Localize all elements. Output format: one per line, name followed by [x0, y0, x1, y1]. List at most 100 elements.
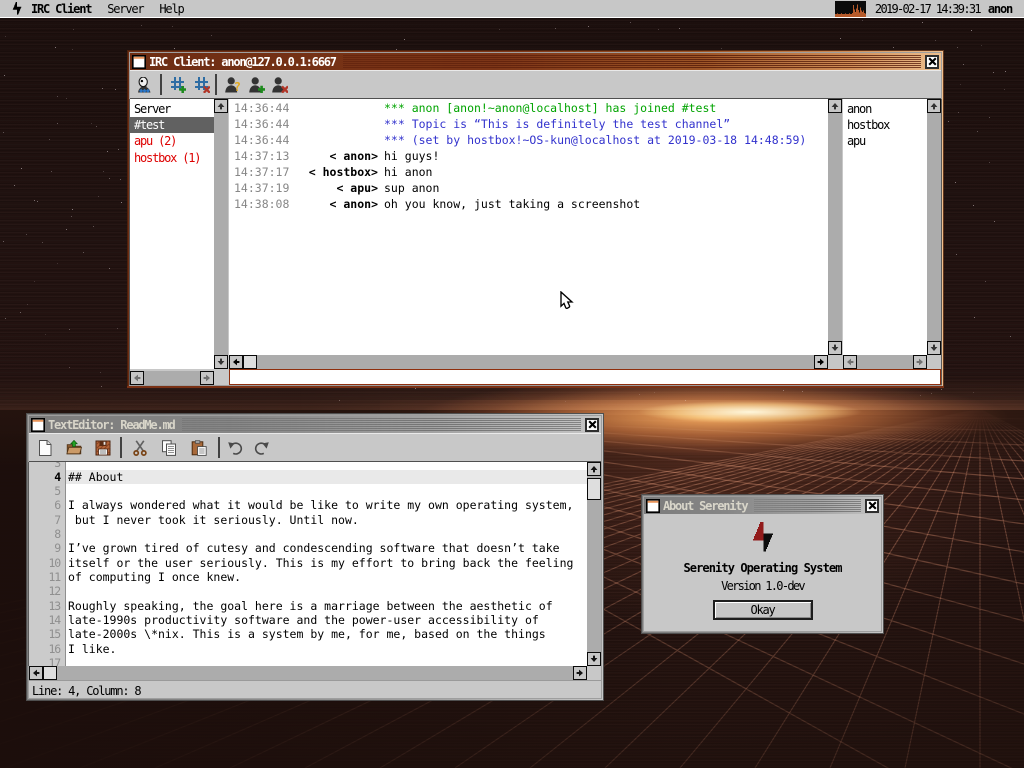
chat-scroll-down-button[interactable]: [828, 341, 842, 355]
menu-server[interactable]: Server: [107, 2, 143, 16]
editor-scroll-right-button[interactable]: [573, 666, 587, 680]
channel-scroll-left-button[interactable]: [130, 371, 144, 385]
userlist-scroll-down-button[interactable]: [927, 341, 941, 355]
channel-list-item[interactable]: hostbox (1): [130, 150, 214, 166]
channel-list-item[interactable]: #test: [130, 117, 214, 133]
window-icon: [132, 55, 146, 69]
editor-line: 17: [29, 656, 587, 666]
open-query-icon[interactable]: [249, 77, 265, 93]
user-list-item[interactable]: hostbox: [843, 117, 927, 133]
editor-hscrollbar-thumb[interactable]: [43, 666, 57, 680]
channel-scroll-up-button[interactable]: [214, 99, 228, 113]
chat-scroll-right-button[interactable]: [814, 355, 828, 369]
chat-hscrollbar-track[interactable]: [229, 355, 828, 369]
channel-scroll-down-button[interactable]: [214, 355, 228, 369]
new-file-icon[interactable]: [37, 440, 53, 456]
line-number: 15: [29, 627, 66, 641]
editor-line: 6 I always wondered what it would be lik…: [29, 498, 587, 512]
copy-icon[interactable]: [161, 440, 177, 456]
userlist-scroll-right-button[interactable]: [913, 355, 927, 369]
editor-line: 9 I’ve grown tired of cutesy and condesc…: [29, 541, 587, 555]
arrow-down-icon: [590, 655, 598, 663]
menu-help[interactable]: Help: [159, 2, 183, 16]
irc-window-title: IRC Client: anon@127.0.0.1:6667: [149, 55, 336, 69]
irc-titlebar[interactable]: IRC Client: anon@127.0.0.1:6667: [130, 53, 941, 70]
redo-icon[interactable]: [253, 440, 269, 456]
close-button[interactable]: [585, 418, 599, 432]
channel-scrollbar-track[interactable]: [214, 99, 228, 369]
arrow-up-icon: [930, 102, 938, 110]
editor-scroll-left-button[interactable]: [29, 666, 43, 680]
part-channel-icon[interactable]: [194, 77, 210, 93]
about-product-name: Serenity Operating System: [644, 561, 881, 575]
arrow-down-icon: [831, 344, 839, 352]
message-nick: [287, 132, 378, 148]
line-text: [66, 584, 587, 598]
scrollbar-corner: [828, 355, 842, 369]
chat-scroll-up-button[interactable]: [828, 99, 842, 113]
editor-area[interactable]: 3 4 ## About 5 6 I al: [29, 462, 587, 666]
window-frame-bottom: [127, 386, 944, 388]
user-list[interactable]: anon hostbox apu: [843, 99, 927, 355]
close-button[interactable]: [925, 55, 939, 69]
line-number: 11: [29, 570, 66, 584]
arrow-left-icon: [32, 669, 40, 677]
menubar: IRC Client Server Help 2019-02-17 14:39:…: [0, 0, 1024, 18]
join-channel-icon[interactable]: [170, 77, 186, 93]
editor-line: 13 Roughly speaking, the goal here is a …: [29, 599, 587, 613]
cut-icon[interactable]: [132, 440, 148, 456]
line-number: 13: [29, 599, 66, 613]
irc-main-area: Server #test apu (2) hostbox (1): [130, 99, 941, 385]
channel-list-item[interactable]: Server: [130, 101, 214, 117]
editor-line: 11 of computing I once knew.: [29, 570, 587, 584]
texteditor-window-body: 3 4 ## About 5 6 I al: [29, 433, 601, 698]
paste-icon[interactable]: [191, 440, 207, 456]
undo-icon[interactable]: [228, 440, 244, 456]
editor-hscrollbar-track[interactable]: [29, 666, 587, 680]
chat-scrollbar-track[interactable]: [828, 99, 842, 355]
save-file-icon[interactable]: [95, 440, 111, 456]
userlist-scroll-up-button[interactable]: [927, 99, 941, 113]
chat-hscrollbar-thumb[interactable]: [243, 355, 257, 369]
editor-line: 12: [29, 584, 587, 598]
editor-scroll-down-button[interactable]: [587, 652, 601, 666]
userlist-scroll-left-button[interactable]: [843, 355, 857, 369]
line-text: itself or the user seriously. This is my…: [66, 556, 587, 570]
line-text: late-1990s productivity software and the…: [66, 613, 587, 627]
message-input[interactable]: [229, 369, 941, 385]
editor-scroll-up-button[interactable]: [587, 462, 601, 476]
channel-list-item[interactable]: apu (2): [130, 133, 214, 149]
chat-scroll-left-button[interactable]: [229, 355, 243, 369]
toolbar-separator: [160, 74, 162, 95]
chat-message: 14:37:19 < apu> sup anon: [229, 180, 828, 196]
mouse-cursor-icon: [560, 291, 574, 311]
channel-list[interactable]: Server #test apu (2) hostbox (1): [130, 99, 214, 369]
whois-user-icon[interactable]: ?: [225, 77, 241, 93]
user-list-item[interactable]: anon: [843, 101, 927, 117]
whois-ghost-icon[interactable]: [137, 77, 153, 93]
line-number: 3: [29, 462, 66, 470]
message-nick: [287, 116, 378, 132]
about-titlebar[interactable]: About Serenity: [644, 497, 881, 514]
editor-line: 14 late-1990s productivity software and …: [29, 613, 587, 627]
menubar-username: anon: [988, 2, 1012, 16]
channel-scroll-right-button[interactable]: [200, 371, 214, 385]
chat-message: 14:37:17 < hostbox> hi anon: [229, 164, 828, 180]
close-button[interactable]: [865, 499, 879, 513]
texteditor-window-title: TextEditor: ReadMe.md: [48, 418, 175, 432]
userlist-scrollbar-track[interactable]: [927, 99, 941, 355]
editor-scrollbar-thumb[interactable]: [587, 478, 601, 500]
message-timestamp: 14:36:44: [229, 116, 287, 132]
user-list-item[interactable]: apu: [843, 133, 927, 149]
message-text: oh you know, just taking a screenshot: [378, 196, 640, 212]
editor-lines: 3 4 ## About 5 6 I al: [29, 462, 587, 666]
close-query-icon[interactable]: [272, 77, 288, 93]
titlebar-stripes: [182, 418, 581, 431]
message-timestamp: 14:38:08: [229, 196, 287, 212]
menu-app-name[interactable]: IRC Client: [31, 2, 91, 16]
open-file-icon[interactable]: [66, 440, 82, 456]
close-icon: [588, 420, 597, 429]
okay-button[interactable]: Okay: [713, 600, 813, 620]
texteditor-titlebar[interactable]: TextEditor: ReadMe.md: [29, 416, 601, 433]
chat-message-area[interactable]: 14:36:44 *** anon [anon!~anon@localhost]…: [229, 99, 828, 355]
